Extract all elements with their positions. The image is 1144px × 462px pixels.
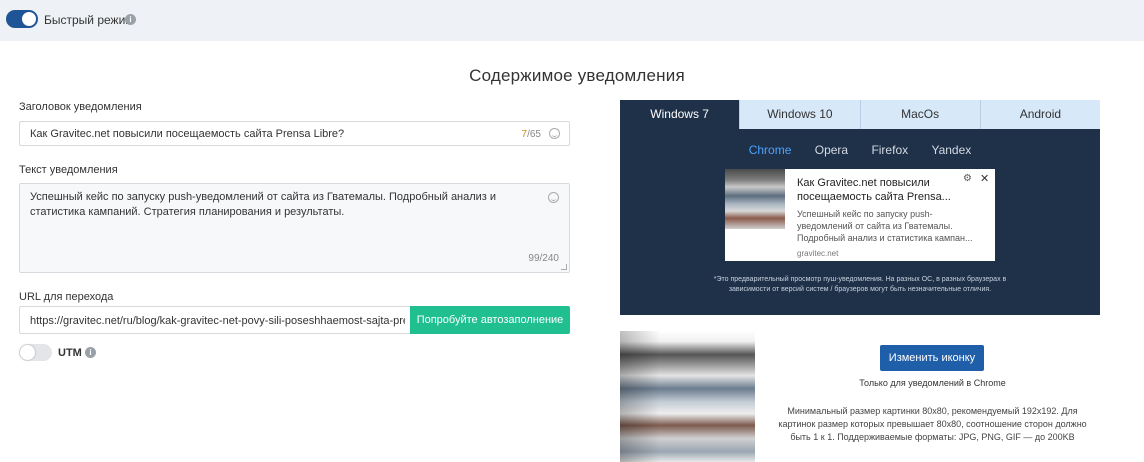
title-label: Заголовок уведомления bbox=[19, 101, 142, 113]
notification-card: Как Gravitec.net повысили посещаемость с… bbox=[725, 169, 995, 261]
change-icon-button[interactable]: Изменить иконку bbox=[880, 345, 984, 371]
title-counter: 7/65 bbox=[521, 129, 541, 140]
fast-mode-label: Быстрый режим bbox=[44, 13, 134, 27]
emoji-icon[interactable] bbox=[549, 128, 560, 139]
tab-android[interactable]: Android bbox=[981, 100, 1100, 129]
os-tabs: Windows 7 Windows 10 MacOs Android bbox=[620, 100, 1100, 129]
emoji-icon[interactable] bbox=[548, 192, 559, 203]
notification-image bbox=[725, 169, 785, 229]
tab-windows-10[interactable]: Windows 10 bbox=[740, 100, 861, 129]
resize-handle-icon[interactable] bbox=[561, 264, 567, 270]
section-title: Содержимое уведомления bbox=[469, 66, 685, 85]
info-icon[interactable]: i bbox=[125, 14, 136, 25]
top-bar: Быстрый режим i bbox=[0, 0, 1144, 41]
text-label: Текст уведомления bbox=[19, 164, 118, 176]
title-input[interactable]: Как Gravitec.net повысили посещаемость с… bbox=[19, 121, 570, 146]
tab-firefox[interactable]: Firefox bbox=[871, 143, 908, 157]
tab-yandex[interactable]: Yandex bbox=[931, 143, 971, 157]
utm-label: UTM bbox=[58, 347, 82, 359]
fast-mode-toggle[interactable] bbox=[6, 10, 38, 28]
gear-icon[interactable]: ⚙ bbox=[963, 173, 972, 184]
url-label: URL для перехода bbox=[19, 291, 114, 303]
image-requirements: Минимальный размер картинки 80x80, реком… bbox=[778, 406, 1087, 442]
browser-tabs: Chrome Opera Firefox Yandex bbox=[620, 143, 1100, 157]
tab-chrome[interactable]: Chrome bbox=[749, 143, 792, 157]
info-icon[interactable]: i bbox=[85, 347, 96, 358]
close-icon[interactable]: ✕ bbox=[980, 172, 989, 185]
text-textarea-value: Успешный кейс по запуску push-уведомлени… bbox=[30, 191, 497, 218]
notification-icon-image bbox=[620, 331, 755, 462]
notification-preview: Windows 7 Windows 10 MacOs Android Chrom… bbox=[620, 100, 1100, 315]
preview-note: *Это предварительный просмотр пуш-уведом… bbox=[713, 276, 1007, 293]
tab-windows-7[interactable]: Windows 7 bbox=[620, 100, 741, 129]
url-input[interactable]: https://gravitec.net/ru/blog/kak-gravite… bbox=[19, 306, 411, 334]
url-input-value: https://gravitec.net/ru/blog/kak-gravite… bbox=[30, 315, 405, 327]
text-counter: 99/240 bbox=[528, 253, 559, 264]
autofill-button[interactable]: Попробуйте автозаполнение bbox=[410, 306, 570, 334]
notification-site: gravitec.net bbox=[797, 249, 839, 258]
notification-title: Как Gravitec.net повысили посещаемость с… bbox=[797, 177, 951, 203]
notification-body: Успешный кейс по запуску push-уведомлени… bbox=[797, 209, 973, 243]
tab-macos[interactable]: MacOs bbox=[861, 100, 981, 129]
utm-toggle[interactable] bbox=[19, 344, 52, 361]
title-input-value: Как Gravitec.net повысили посещаемость с… bbox=[30, 128, 345, 140]
chrome-only-note: Только для уведомлений в Chrome bbox=[859, 378, 1006, 388]
tab-opera[interactable]: Opera bbox=[815, 143, 848, 157]
text-textarea[interactable]: Успешный кейс по запуску push-уведомлени… bbox=[19, 183, 570, 273]
